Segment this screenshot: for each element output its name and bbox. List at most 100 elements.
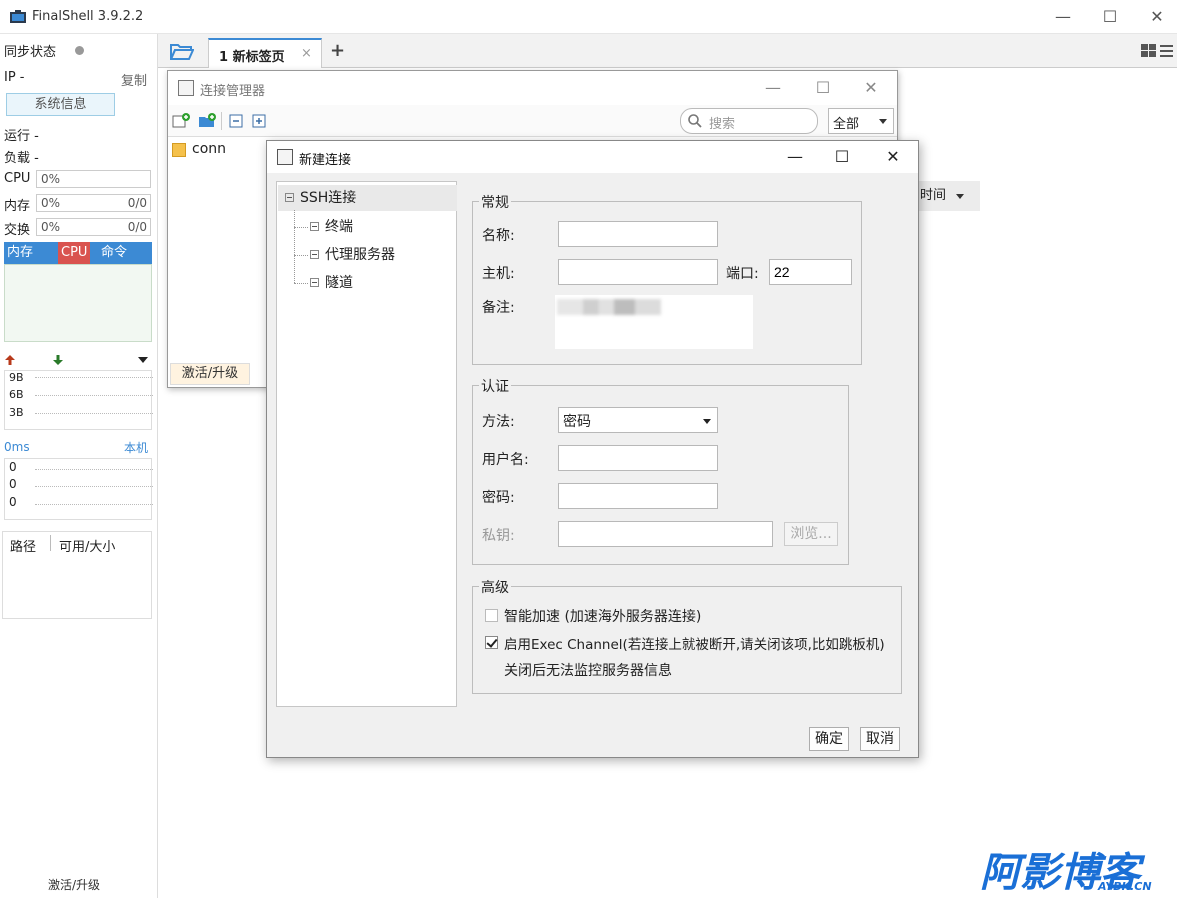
tree-item-terminal[interactable]: 终端: [310, 215, 353, 239]
tab-cpu[interactable]: CPU: [58, 242, 91, 264]
latency-value: 0: [9, 460, 17, 474]
process-tabs: 内存 CPU 命令: [4, 242, 152, 264]
host-label: 主机:: [482, 266, 515, 282]
mem-label: 内存: [4, 199, 31, 214]
password-label: 密码:: [482, 490, 515, 506]
expand-all-icon[interactable]: [251, 113, 269, 129]
toolbar-divider: [221, 112, 222, 130]
tab-command[interactable]: 命令: [98, 242, 130, 264]
port-input[interactable]: [769, 259, 852, 285]
download-arrow-icon: [53, 355, 63, 365]
net-label-3b: 3B: [9, 406, 24, 419]
filter-value: 全部: [833, 117, 860, 132]
tree-item-ssh-label: SSH连接: [300, 190, 357, 206]
java-app-icon: [178, 80, 194, 96]
cm-close-button[interactable]: ✕: [848, 75, 894, 101]
host-input[interactable]: [558, 259, 718, 285]
exec-channel-label[interactable]: 启用Exec Channel(若连接上就被断开,请关闭该项,比如跳板机): [504, 633, 885, 653]
exec-channel-checkbox[interactable]: [485, 636, 498, 649]
time-column-label: 时间: [920, 188, 947, 203]
disk-col-size[interactable]: 可用/大小: [59, 536, 115, 555]
ip-label: IP -: [4, 70, 25, 85]
disk-col-path[interactable]: 路径: [10, 536, 36, 555]
sync-status-dot: [75, 46, 84, 55]
add-tab-button[interactable]: +: [330, 40, 345, 61]
column-divider: [50, 535, 51, 551]
dialog-title: 新建连接: [299, 153, 352, 168]
cm-minimize-button[interactable]: —: [750, 75, 796, 101]
dialog-titlebar: 新建连接 — ☐ ✕: [267, 141, 918, 173]
net-label-6b: 6B: [9, 388, 24, 401]
time-column-header[interactable]: 时间: [918, 181, 980, 211]
smart-accel-label[interactable]: 智能加速 (加速海外服务器连接): [504, 606, 701, 626]
new-folder-icon[interactable]: [198, 113, 216, 129]
cm-activate-button[interactable]: 激活/升级: [170, 363, 250, 385]
sidebar: 同步状态 IP - 复制 系统信息 运行 - 负载 - CPU 0% 内存 0%…: [0, 34, 158, 898]
connection-manager-titlebar: 连接管理器 — ☐ ✕: [168, 71, 897, 105]
latency-value: 0: [9, 495, 17, 509]
tab-memory[interactable]: 内存: [4, 242, 36, 264]
load-label: 负载 -: [4, 151, 39, 166]
net-gridline: [35, 377, 153, 378]
disk-table-header: 路径 可用/大小: [3, 532, 151, 556]
system-info-button[interactable]: 系统信息: [6, 93, 115, 116]
latency-gridline: [35, 486, 153, 487]
collapse-all-icon[interactable]: [228, 113, 246, 129]
cpu-label: CPU: [4, 171, 31, 186]
browse-button[interactable]: 浏览...: [784, 522, 838, 546]
private-key-input[interactable]: [558, 521, 773, 547]
cancel-button[interactable]: 取消: [860, 727, 900, 751]
method-label: 方法:: [482, 414, 515, 430]
username-input[interactable]: [558, 445, 718, 471]
name-label: 名称:: [482, 228, 515, 244]
dialog-maximize-button[interactable]: ☐: [819, 144, 865, 170]
layout-grid-icon[interactable]: [1141, 44, 1173, 58]
collapse-icon: [310, 278, 319, 287]
collapse-icon: [285, 193, 294, 202]
app-title: FinalShell 3.9.2.2: [32, 9, 144, 24]
disk-table: 路径 可用/大小: [2, 531, 152, 619]
title-bar: FinalShell 3.9.2.2 — ☐ ✕: [0, 0, 1177, 34]
new-connection-icon[interactable]: [172, 113, 190, 129]
tree-connector: [294, 210, 295, 283]
maximize-button[interactable]: ☐: [1087, 4, 1133, 30]
filter-select[interactable]: 全部: [828, 108, 894, 134]
interface-dropdown-icon[interactable]: [137, 356, 149, 364]
tree-connector: [294, 255, 308, 256]
minimize-button[interactable]: —: [1040, 4, 1086, 30]
finalshell-logo-icon: [10, 10, 26, 23]
cm-maximize-button[interactable]: ☐: [800, 75, 846, 101]
tree-item-proxy[interactable]: 代理服务器: [310, 243, 395, 267]
dialog-minimize-button[interactable]: —: [772, 144, 818, 170]
tree-item-ssh[interactable]: SSH连接: [285, 186, 356, 210]
auth-method-select[interactable]: 密码: [558, 407, 718, 433]
chevron-down-icon: [703, 419, 711, 424]
open-folder-icon[interactable]: [170, 42, 194, 60]
close-button[interactable]: ✕: [1134, 4, 1177, 30]
tree-item-proxy-label: 代理服务器: [325, 247, 395, 263]
tree-item-tunnel[interactable]: 隧道: [310, 271, 353, 295]
tab-close-icon[interactable]: ×: [301, 46, 312, 61]
new-connection-dialog: 新建连接 — ☐ ✕ SSH连接 终端 代理服务器 隧道 常规 名称: 主机: …: [266, 140, 919, 758]
port-label: 端口:: [726, 266, 759, 282]
smart-accel-checkbox[interactable]: [485, 609, 498, 622]
general-group-title: 常规: [479, 192, 511, 212]
tab-new[interactable]: 1 新标签页 ×: [208, 38, 322, 68]
connection-manager-title: 连接管理器: [200, 84, 266, 99]
note-textarea[interactable]: [555, 295, 753, 349]
folder-icon: [172, 143, 186, 157]
copy-ip-button[interactable]: 复制: [121, 70, 147, 89]
mem-value: 0%: [41, 196, 61, 210]
sync-status-label: 同步状态: [4, 45, 57, 60]
sidebar-activate-link[interactable]: 激活/升级: [48, 876, 100, 893]
tree-connector: [294, 227, 308, 228]
password-input[interactable]: [558, 483, 718, 509]
ok-button[interactable]: 确定: [809, 727, 849, 751]
search-input[interactable]: 搜索: [680, 108, 818, 134]
search-placeholder: 搜索: [709, 117, 736, 132]
dialog-close-button[interactable]: ✕: [870, 144, 916, 170]
latency-host[interactable]: 本机: [124, 439, 148, 456]
name-input[interactable]: [558, 221, 718, 247]
exec-channel-note: 关闭后无法监控服务器信息: [504, 663, 672, 679]
latency-graph: 0 0 0: [4, 458, 153, 520]
